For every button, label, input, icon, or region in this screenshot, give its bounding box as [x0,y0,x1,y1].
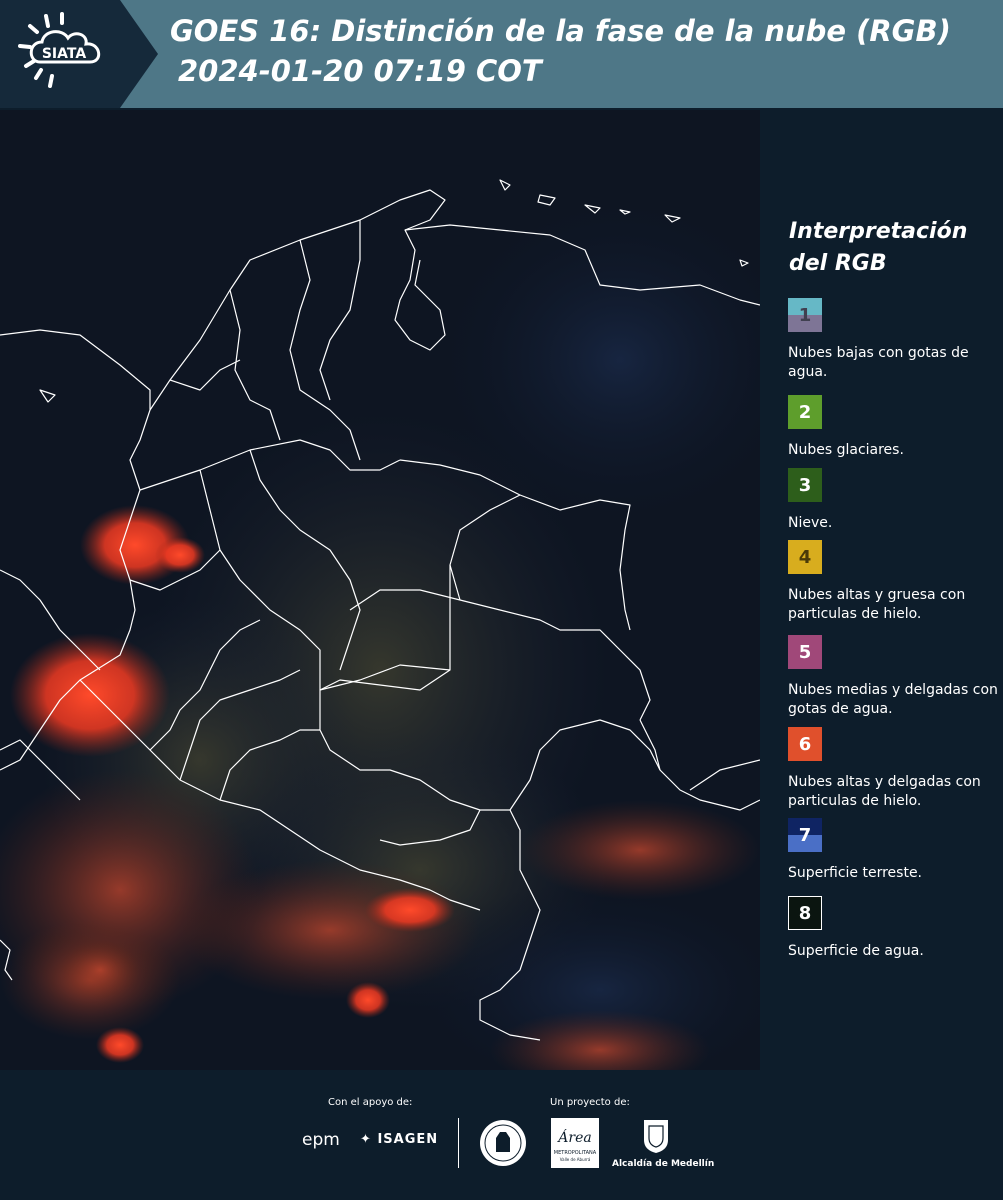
legend-panel: Interpretación del RGB 1 Nubes bajas con… [760,110,1003,1070]
legend-label-1: Nubes bajas con gotas de agua. [788,345,969,380]
svg-text:Valle de Aburrá: Valle de Aburrá [560,1157,591,1162]
legend-swatch-4: 4 [788,540,822,574]
legend-label-2: Nubes glaciares. [788,442,904,458]
legend-swatch-5: 5 [788,635,822,669]
epm-logo: epm [302,1130,340,1150]
page-title: GOES 16: Distinción de la fase de la nub… [170,14,951,48]
satellite-image [0,110,760,1070]
legend-swatch-8: 8 [788,896,822,930]
legend-label-5: Nubes medias y delgadas con gotas de agu… [788,682,998,717]
header-bar: SIATA GOES 16: Distinción de la fase de … [0,0,1003,108]
project-label: Un proyecto de: [550,1097,630,1108]
legend-item-5: 5 Nubes medias y delgadas con gotas de a… [788,635,1003,719]
medellin-emblem-icon [644,1120,668,1153]
isagen-text: ISAGEN [377,1132,439,1147]
support-label: Con el apoyo de: [328,1097,413,1108]
siata-logo-text: SIATA [42,46,87,62]
area-metropolitana-logo: Área METROPOLITANA Valle de Aburrá [551,1118,599,1168]
legend-label-7: Superficie terreste. [788,865,923,881]
footer: Con el apoyo de: Un proyecto de: epm ✦ I… [0,1070,1003,1200]
legend-label-3: Nieve. [788,515,833,531]
legend-swatch-1: 1 [788,298,822,332]
legend-item-3: 3 Nieve. [788,468,1003,533]
legend-label-4: Nubes altas y gruesa con particulas de h… [788,587,966,622]
legend-swatch-6: 6 [788,727,822,761]
isagen-logo: ✦ ISAGEN [360,1132,438,1147]
svg-text:Área: Área [556,1128,591,1146]
university-seal-icon [480,1120,526,1166]
legend-item-6: 6 Nubes altas y delgadas con particulas … [788,727,1003,811]
legend-swatch-7: 7 [788,818,822,852]
legend-swatch-2: 2 [788,395,822,429]
footer-divider [458,1118,459,1168]
satellite-map [0,110,760,1070]
legend-label-8: Superficie de agua. [788,943,924,959]
svg-text:METROPOLITANA: METROPOLITANA [554,1150,597,1156]
page-timestamp: 2024-01-20 07:19 COT [178,54,542,88]
isagen-icon: ✦ [360,1132,372,1147]
legend-swatch-3: 3 [788,468,822,502]
legend-item-7: 7 Superficie terreste. [788,818,1003,883]
legend-item-4: 4 Nubes altas y gruesa con particulas de… [788,540,1003,624]
siata-logo-panel: SIATA [0,0,158,108]
legend-item-1: 1 Nubes bajas con gotas de agua. [788,298,1003,382]
medellin-label: Alcaldía de Medellín [612,1159,715,1169]
legend-label-6: Nubes altas y delgadas con particulas de… [788,774,981,809]
legend-item-8: 8 Superficie de agua. [788,896,1003,961]
legend-item-2: 2 Nubes glaciares. [788,395,1003,460]
legend-title: Interpretación del RGB [789,219,968,276]
